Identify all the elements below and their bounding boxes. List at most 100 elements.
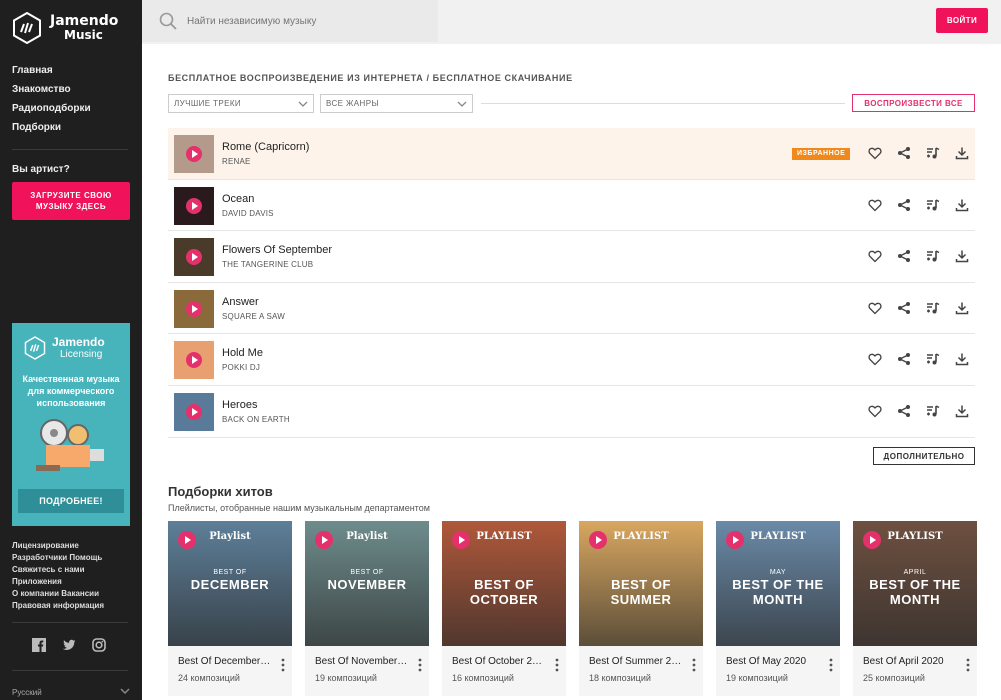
licensing-more-button[interactable]: ПОДРОБНЕЕ! (18, 489, 124, 513)
track-title[interactable]: Rome (Capricorn) (222, 141, 309, 153)
track-title[interactable]: Heroes (222, 399, 257, 411)
heart-icon[interactable] (868, 352, 882, 366)
footer-link[interactable]: Свяжитесь с нами (12, 564, 136, 576)
search-bar[interactable] (142, 0, 438, 42)
more-options-icon[interactable] (828, 658, 834, 672)
download-icon[interactable] (955, 352, 969, 366)
play-all-button[interactable]: ВОСПРОИЗВЕСТИ ВСЕ (852, 94, 975, 112)
genre-dropdown[interactable]: ВСЕ ЖАНРЫ (320, 94, 473, 113)
playlist-cover[interactable]: PLAYLIST APRIL BEST OF THE MONTH (853, 521, 977, 646)
track-row[interactable]: Heroes BACK ON EARTH (168, 386, 975, 438)
nav-item-radio[interactable]: Радиоподборки (12, 102, 91, 121)
playlist-name[interactable]: Best Of May 2020 (726, 656, 821, 667)
search-input[interactable] (187, 15, 427, 27)
jamendo-logo[interactable]: Jamendo Music (12, 12, 118, 44)
download-icon[interactable] (955, 301, 969, 315)
playlist-name[interactable]: Best Of April 2020 (863, 656, 958, 667)
track-artist[interactable]: SQUARE A SAW (222, 312, 285, 321)
share-icon[interactable] (897, 146, 911, 160)
add-to-playlist-icon[interactable] (926, 146, 940, 160)
heart-icon[interactable] (868, 198, 882, 212)
track-row[interactable]: Ocean DAVID DAVIS (168, 180, 975, 232)
play-icon[interactable] (186, 146, 202, 162)
login-button[interactable]: ВОЙТИ (936, 8, 988, 33)
track-artist[interactable]: POKKI DJ (222, 363, 260, 372)
playlist-card[interactable]: PLAYLIST MAY BEST OF THE MONTH Best Of May … (716, 521, 840, 696)
share-icon[interactable] (897, 198, 911, 212)
more-button[interactable]: ДОПОЛНИТЕЛЬНО (873, 447, 975, 465)
add-to-playlist-icon[interactable] (926, 198, 940, 212)
track-cover[interactable] (174, 238, 214, 277)
track-title[interactable]: Hold Me (222, 347, 263, 359)
chevron-down-icon[interactable] (120, 686, 130, 696)
playlist-cover[interactable]: PLAYLIST BEST OF OCTOBER (442, 521, 566, 646)
nav-item-home[interactable]: Главная (12, 64, 91, 83)
twitter-icon[interactable] (62, 638, 76, 652)
playlist-card[interactable]: Playlist BEST OF NOVEMBER Best Of November … (305, 521, 429, 696)
more-options-icon[interactable] (691, 658, 697, 672)
share-icon[interactable] (897, 301, 911, 315)
track-artist[interactable]: DAVID DAVIS (222, 209, 274, 218)
play-icon[interactable] (186, 197, 202, 214)
track-cover[interactable] (174, 341, 214, 380)
add-to-playlist-icon[interactable] (926, 249, 940, 263)
playlist-card[interactable]: Playlist BEST OF DECEMBER Best Of December … (168, 521, 292, 696)
playlist-card[interactable]: PLAYLIST APRIL BEST OF THE MONTH Best Of Ap… (853, 521, 977, 696)
track-cover[interactable] (174, 392, 214, 431)
footer-link[interactable]: Лицензирование (12, 540, 136, 552)
download-icon[interactable] (955, 146, 969, 160)
playlist-card[interactable]: PLAYLIST BEST OF SUMMER Best Of Summer 202… (579, 521, 703, 696)
add-to-playlist-icon[interactable] (926, 352, 940, 366)
track-row[interactable]: Rome (Capricorn) RENAE ИЗБРАННОЕ (168, 128, 975, 180)
track-row[interactable]: Answer SQUARE A SAW (168, 283, 975, 335)
download-icon[interactable] (955, 404, 969, 418)
licensing-banner[interactable]: Jamendo Licensing Качественная музыка дл… (12, 323, 130, 526)
footer-link[interactable]: Правовая информация (12, 600, 136, 612)
download-icon[interactable] (955, 249, 969, 263)
more-options-icon[interactable] (554, 658, 560, 672)
heart-icon[interactable] (868, 249, 882, 263)
play-icon[interactable] (186, 249, 202, 266)
track-cover[interactable] (174, 135, 214, 173)
play-icon[interactable] (186, 403, 202, 420)
track-title[interactable]: Ocean (222, 193, 254, 205)
heart-icon[interactable] (868, 301, 882, 315)
footer-link[interactable]: Разработчики Помощь (12, 552, 136, 564)
nav-item-playlists[interactable]: Подборки (12, 121, 91, 140)
share-icon[interactable] (897, 404, 911, 418)
more-options-icon[interactable] (965, 658, 971, 672)
playlist-cover[interactable]: Playlist BEST OF NOVEMBER (305, 521, 429, 646)
track-row[interactable]: Hold Me POKKI DJ (168, 334, 975, 386)
heart-icon[interactable] (868, 146, 882, 160)
track-row[interactable]: Flowers Of September THE TANGERINE CLUB (168, 231, 975, 283)
sort-dropdown[interactable]: ЛУЧШИЕ ТРЕКИ (168, 94, 314, 113)
playlist-cover[interactable]: Playlist BEST OF DECEMBER (168, 521, 292, 646)
playlist-cover[interactable]: PLAYLIST BEST OF SUMMER (579, 521, 703, 646)
track-artist[interactable]: RENAE (222, 157, 251, 166)
track-artist[interactable]: THE TANGERINE CLUB (222, 260, 313, 269)
facebook-icon[interactable] (32, 638, 46, 652)
footer-link[interactable]: О компании Вакансии (12, 588, 136, 600)
nav-item-discover[interactable]: Знакомство (12, 83, 91, 102)
upload-music-button[interactable]: ЗАГРУЗИТЕ СВОЮ МУЗЫКУ ЗДЕСЬ (12, 182, 130, 220)
heart-icon[interactable] (868, 404, 882, 418)
playlist-cover[interactable]: PLAYLIST MAY BEST OF THE MONTH (716, 521, 840, 646)
track-artist[interactable]: BACK ON EARTH (222, 415, 290, 424)
footer-link[interactable]: Приложения (12, 576, 136, 588)
instagram-icon[interactable] (92, 638, 106, 652)
playlist-name[interactable]: Best Of Summer 2020 (589, 656, 684, 667)
add-to-playlist-icon[interactable] (926, 301, 940, 315)
track-cover[interactable] (174, 289, 214, 328)
playlist-card[interactable]: PLAYLIST BEST OF OCTOBER Best Of October 2… (442, 521, 566, 696)
track-title[interactable]: Answer (222, 296, 259, 308)
track-cover[interactable] (174, 186, 214, 225)
more-options-icon[interactable] (417, 658, 423, 672)
more-options-icon[interactable] (280, 658, 286, 672)
play-icon[interactable] (186, 300, 202, 317)
download-icon[interactable] (955, 198, 969, 212)
track-title[interactable]: Flowers Of September (222, 244, 332, 256)
language-selector[interactable]: Русский (12, 688, 42, 697)
playlist-name[interactable]: Best Of October 2020 (452, 656, 547, 667)
add-to-playlist-icon[interactable] (926, 404, 940, 418)
playlist-name[interactable]: Best Of November 2020 (315, 656, 410, 667)
